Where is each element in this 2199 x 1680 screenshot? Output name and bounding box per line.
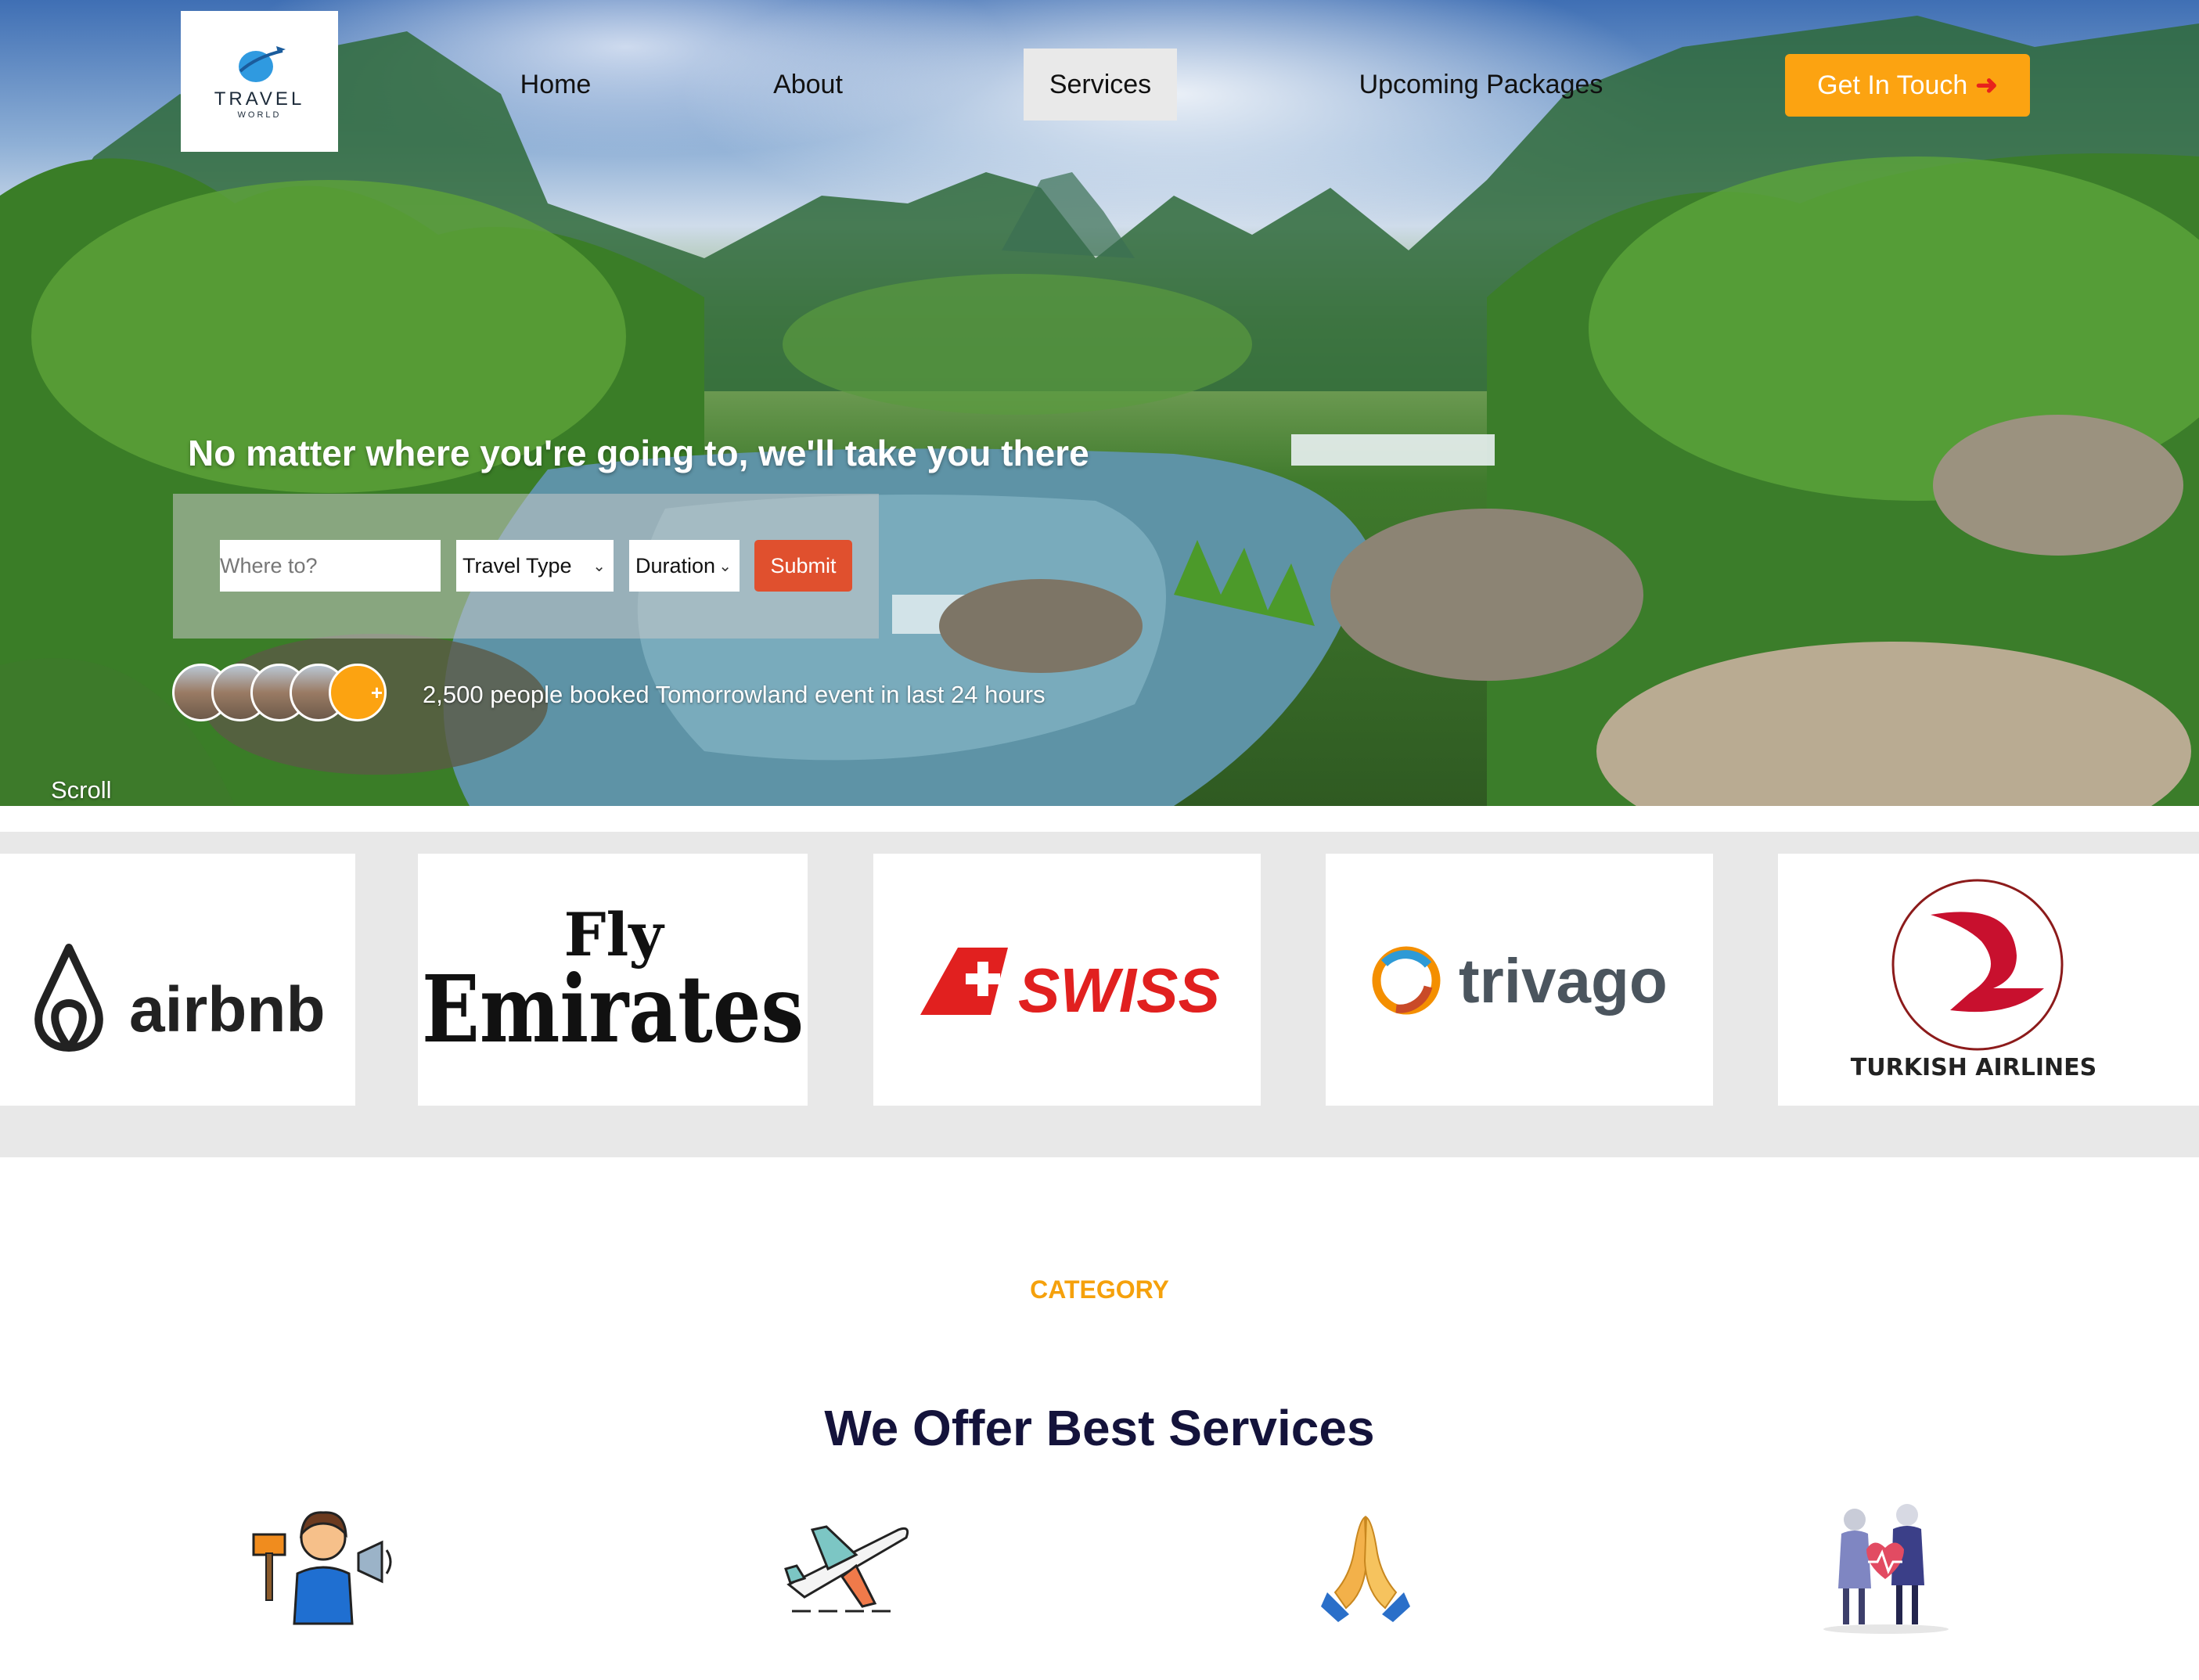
duration-select[interactable]: Duration ⌄ — [629, 540, 740, 592]
tour-guide-icon — [252, 1511, 392, 1625]
duration-value: Duration — [635, 553, 716, 577]
get-in-touch-label: Get In Touch — [1817, 70, 1968, 100]
turkish-airlines-wordmark: TURKISH AIRLINES — [1851, 1054, 2096, 1081]
partner-card-trivago[interactable]: trivago — [1326, 854, 1713, 1106]
avatar-group: + — [172, 664, 399, 726]
trivago-wordmark: trivago — [1459, 946, 1668, 1016]
travel-type-value: Travel Type — [462, 553, 572, 577]
partner-card-emirates[interactable]: Fly Emirates — [418, 854, 808, 1106]
nav-home[interactable]: Home — [493, 49, 618, 121]
partner-card-airbnb[interactable]: airbnb — [0, 854, 355, 1106]
travel-type-select[interactable]: Travel Type ⌄ — [456, 540, 614, 592]
elderly-care-icon — [1823, 1504, 1949, 1634]
travel-world-logo[interactable]: TRAVEL WORLD — [181, 11, 338, 152]
scroll-indicator[interactable]: Scroll — [51, 776, 112, 804]
nav-upcoming-packages[interactable]: Upcoming Packages — [1346, 49, 1616, 121]
turkish-airlines-logo: TURKISH AIRLINES — [1851, 879, 2096, 1081]
arrow-right-icon: ➜ — [1975, 70, 1998, 100]
swiss-logo: SWISS — [920, 948, 1220, 1025]
category-eyebrow: CATEGORY — [1030, 1275, 1169, 1304]
nav-about[interactable]: About — [743, 49, 873, 121]
get-in-touch-button[interactable]: Get In Touch ➜ — [1785, 54, 2030, 117]
emirates-logo: Fly Emirates — [422, 900, 804, 1063]
logo-subtitle: WORLD — [237, 110, 282, 120]
services-title: We Offer Best Services — [824, 1400, 1375, 1456]
avatar-more: + — [329, 664, 387, 721]
trivago-logo: trivago — [1372, 946, 1668, 1016]
hero-section: TRAVEL WORLD Home About Services Upcomin… — [0, 0, 2199, 806]
chevron-down-icon: ⌄ — [592, 557, 606, 575]
airbnb-logo: airbnb — [34, 944, 326, 1052]
hero-headline: No matter where you're going to, we'll t… — [188, 433, 1089, 473]
airbnb-wordmark: airbnb — [129, 974, 326, 1045]
destination-input[interactable] — [220, 540, 441, 592]
partner-card-swiss[interactable]: SWISS — [873, 854, 1261, 1106]
emirates-wordmark: Emirates — [422, 955, 804, 1063]
logo-title: TRAVEL — [214, 88, 305, 110]
plus-icon: + — [370, 680, 383, 704]
nav-services[interactable]: Services — [1024, 49, 1177, 121]
booking-stat: 2,500 people booked Tomorrowland event i… — [423, 681, 1046, 708]
praying-hands-icon — [1321, 1516, 1410, 1622]
airplane-icon — [784, 1525, 909, 1613]
submit-button[interactable]: Submit — [754, 540, 852, 592]
chevron-down-icon: ⌄ — [718, 557, 732, 575]
swiss-wordmark: SWISS — [1018, 955, 1220, 1025]
partner-card-turkish-airlines[interactable]: TURKISH AIRLINES — [1778, 854, 2199, 1106]
globe-plane-icon — [238, 46, 286, 82]
